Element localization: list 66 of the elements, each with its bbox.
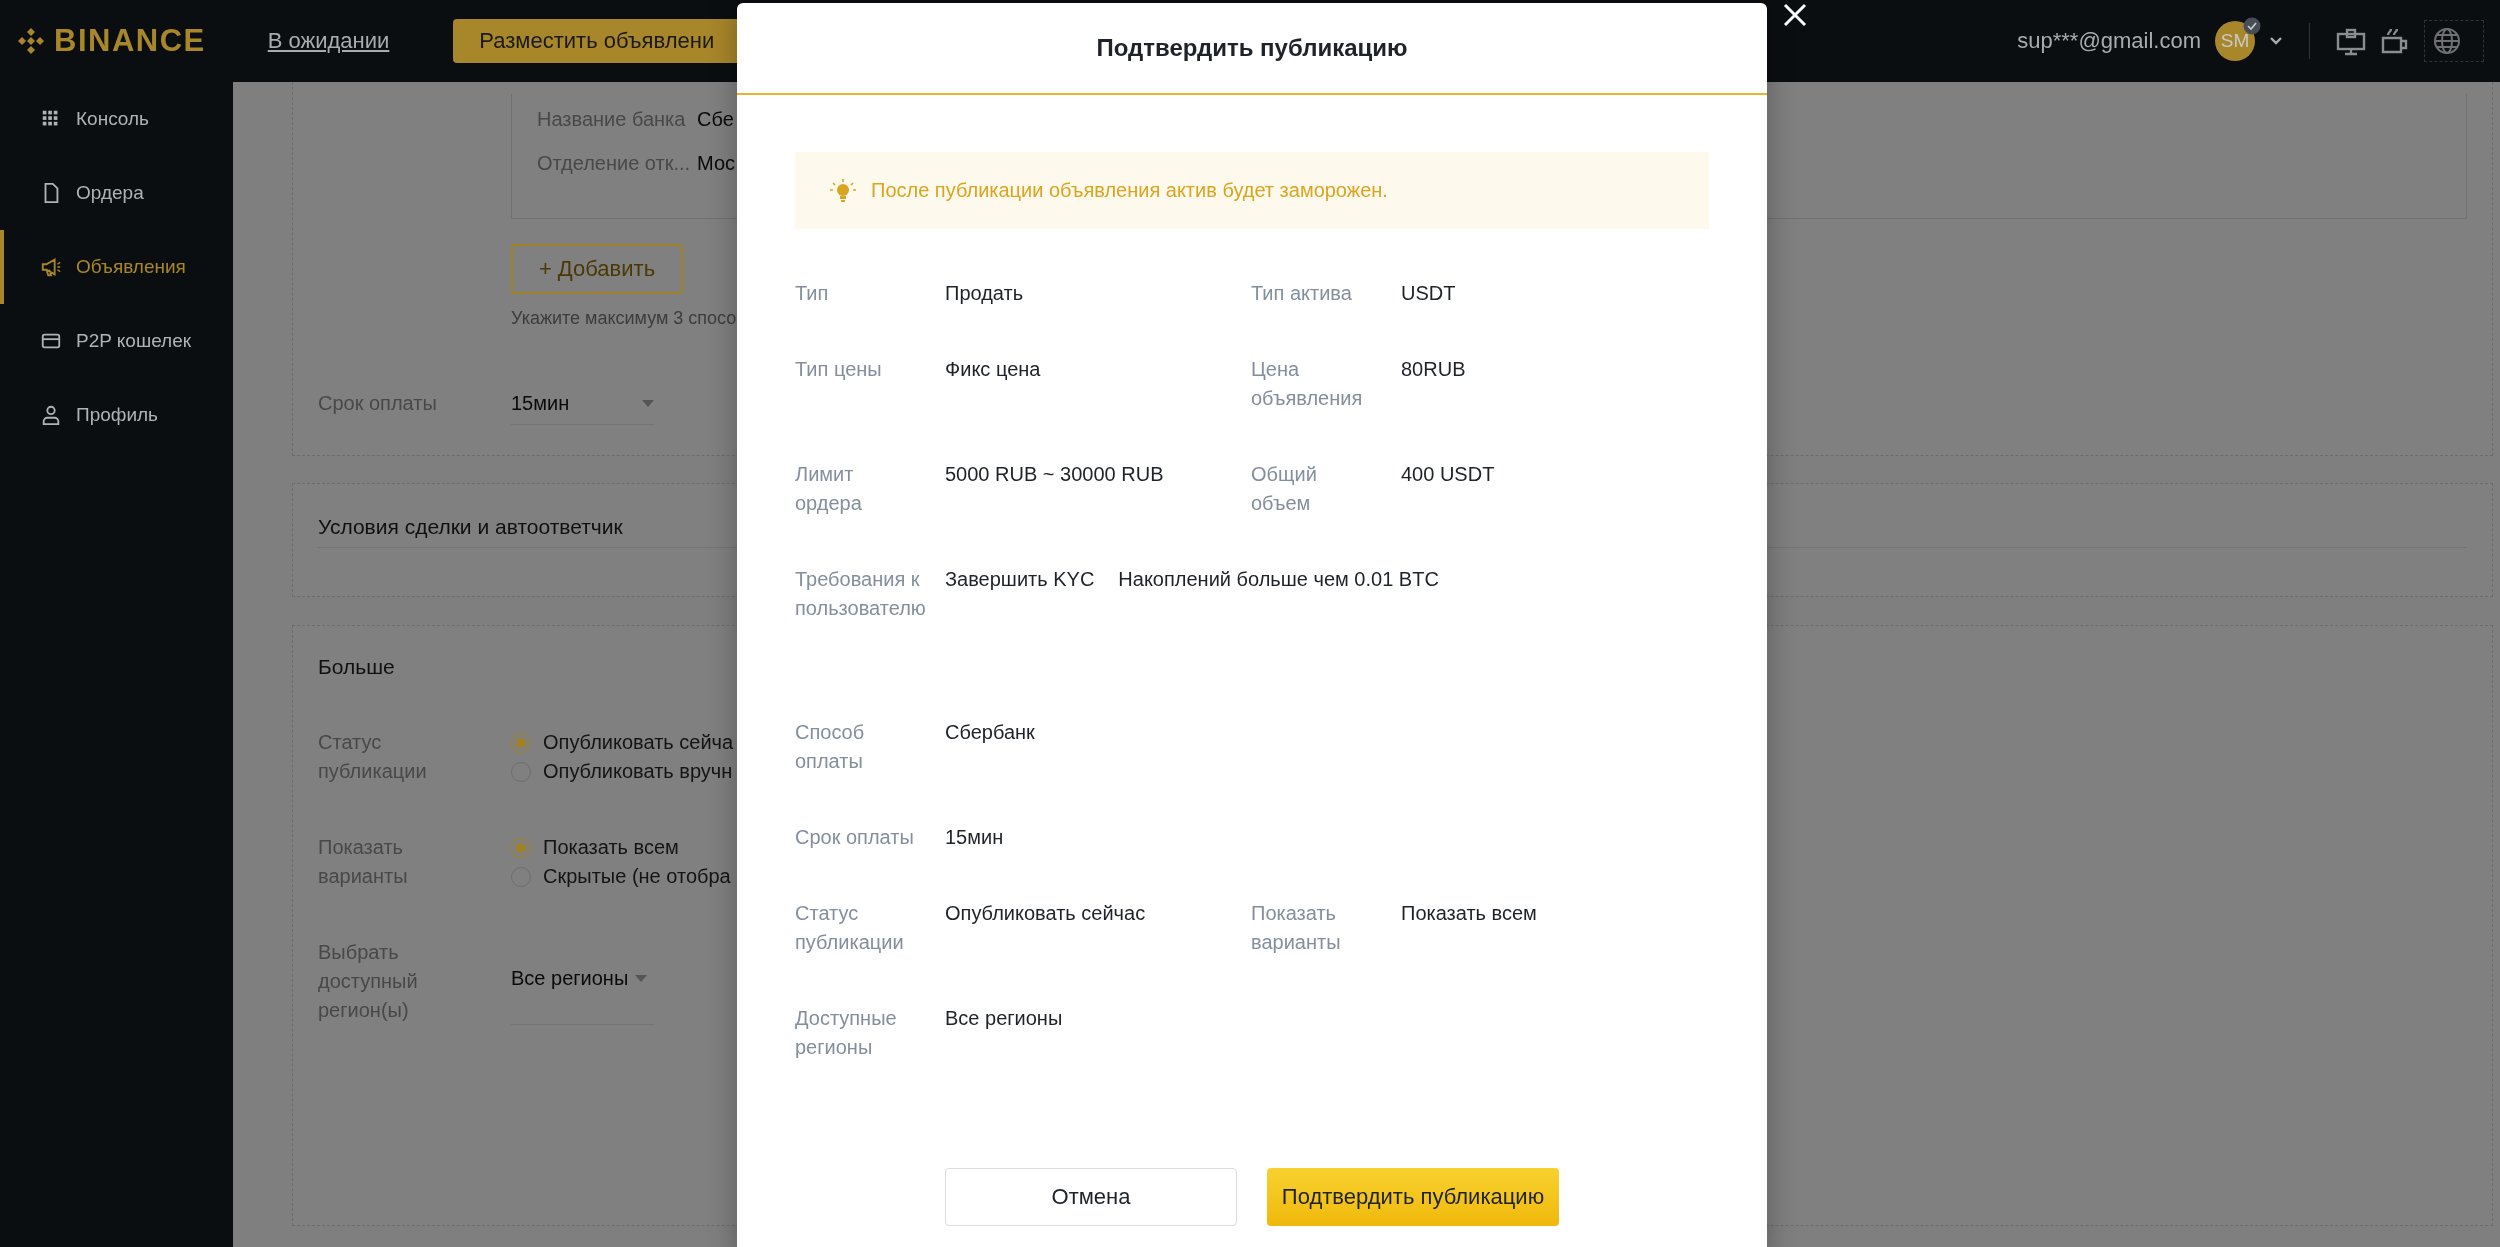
person-icon [40, 404, 62, 426]
detail-value: Опубликовать сейчас [945, 901, 1146, 926]
field-value: Мос [697, 151, 735, 176]
detail-value: Продать [945, 281, 1024, 306]
detail-label: Требования к пользователю [795, 567, 926, 621]
detail-label: Срок оплаты [795, 825, 914, 850]
lightbulb-icon [829, 176, 857, 205]
radio-label[interactable]: Опубликовать вручн [543, 757, 733, 786]
detail-value: Завершить KYC [945, 567, 1095, 592]
payment-time-dropdown[interactable]: 15мин [511, 389, 655, 425]
dialog-title: Подтвердить публикацию [1096, 34, 1408, 62]
globe-icon[interactable] [2433, 27, 2461, 55]
detail-label: Общий объем [1251, 462, 1318, 516]
close-icon[interactable] [1782, 2, 1808, 28]
field-label: Отделение отк... [537, 151, 692, 176]
sidebar-item[interactable]: P2P кошелек [0, 304, 233, 378]
region-dropdown[interactable]: Все регионы [511, 938, 655, 1025]
confirm-button[interactable]: Подтвердить публикацию [1267, 1168, 1559, 1226]
detail-value: Показать всем [1401, 901, 1537, 926]
radio-label[interactable]: Скрытые (не отобра [543, 862, 731, 891]
detail-value: Накоплений больше чем 0.01 BTC [1118, 567, 1439, 592]
detail-value: 400 USDT [1401, 462, 1495, 487]
monitor-lock-icon[interactable] [2336, 26, 2366, 56]
detail-value: 5000 RUB ~ 30000 RUB [945, 462, 1164, 487]
add-button[interactable]: + Добавить [511, 244, 683, 294]
detail-label: Доступные регионы [795, 1006, 898, 1060]
sidebar-item[interactable]: Объявления [0, 230, 233, 304]
check-badge-icon [2243, 17, 2261, 35]
field-value: Сбе [697, 107, 734, 132]
caret-down-icon [634, 973, 649, 983]
radio-label[interactable]: Опубликовать сейча [543, 728, 734, 757]
detail-value: Фикс цена [945, 357, 1041, 382]
pending-link[interactable]: В ожидании [267, 28, 390, 54]
sidebar-item[interactable]: Ордера [0, 156, 233, 230]
detail-label: Лимит ордера [795, 462, 863, 516]
account-email[interactable]: sup***@gmail.com [2017, 28, 2201, 54]
detail-label: Тип цены [795, 357, 882, 382]
detail-label: Способ оплаты [795, 720, 866, 774]
logo-text[interactable]: BINANCE [54, 23, 206, 59]
logo-icon [16, 26, 46, 56]
field-label: Срок оплаты [318, 391, 437, 416]
detail-label: Статус публикации [795, 901, 905, 955]
field-label: Название банка [537, 107, 687, 132]
field-label: Выбрать доступный регион(ы) [318, 940, 419, 1023]
field-label: Показать варианты [318, 835, 409, 889]
sidebar-item[interactable]: Профиль [0, 378, 233, 452]
caret-down-icon [641, 399, 655, 408]
field-label: Статус публикации [318, 730, 428, 784]
megaphone-icon [40, 256, 62, 278]
sidebar-item[interactable]: Консоль [0, 82, 233, 156]
hint-text: Укажите максимум 3 спосо [511, 308, 738, 329]
radio-label[interactable]: Показать всем [543, 833, 679, 862]
detail-label: Показать варианты [1251, 901, 1342, 955]
detail-label: Цена объявления [1251, 357, 1364, 411]
detail-label: Тип актива [1251, 281, 1352, 306]
detail-value: USDT [1401, 281, 1456, 306]
cancel-button[interactable]: Отмена [945, 1168, 1237, 1226]
notice-text: После публикации объявления актив будет заморожен. [871, 179, 1388, 202]
detail-value: Все регионы [945, 1006, 1063, 1031]
cup-icon[interactable] [2380, 26, 2410, 56]
chevron-down-icon[interactable] [2269, 36, 2283, 46]
detail-value: Сбербанк [945, 720, 1035, 745]
section-title: Больше [318, 654, 396, 680]
detail-value: 80RUB [1401, 357, 1466, 382]
detail-label: Тип [795, 281, 829, 306]
detail-value: 15мин [945, 825, 1004, 850]
